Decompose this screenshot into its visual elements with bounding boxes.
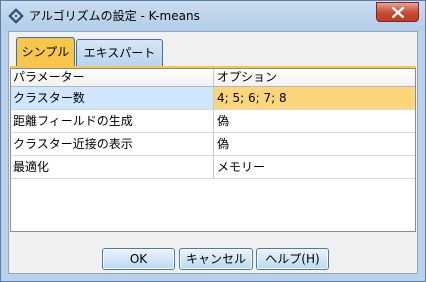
option-value-cell[interactable]: 4; 5; 6; 7; 8 [214, 87, 415, 109]
cancel-button[interactable]: キャンセル [179, 248, 253, 270]
option-value-cell[interactable]: 偽 [214, 110, 415, 132]
table-row[interactable]: 距離フィールドの生成 偽 [11, 110, 415, 133]
param-name-cell: クラスター近接の表示 [11, 133, 214, 155]
param-name-cell: 距離フィールドの生成 [11, 110, 214, 132]
help-button[interactable]: ヘルプ(H) [256, 248, 329, 270]
parameter-table: パラメーター オプション クラスター数 4; 5; 6; 7; 8 距離フィール… [10, 68, 416, 232]
table-row[interactable]: クラスター数 4; 5; 6; 7; 8 [11, 87, 415, 110]
column-header-option[interactable]: オプション [214, 69, 415, 86]
option-value-cell[interactable]: メモリー [214, 156, 415, 178]
option-value-cell[interactable]: 偽 [214, 133, 415, 155]
table-header: パラメーター オプション [11, 69, 415, 87]
window-title: アルゴリズムの設定 - K-means [29, 9, 200, 23]
close-icon [392, 7, 404, 18]
title-bar[interactable]: アルゴリズムの設定 - K-means [1, 1, 425, 31]
dialog-window: アルゴリズムの設定 - K-means シンプル エキスパート パラメーター オ… [0, 0, 426, 282]
param-name-cell: 最適化 [11, 156, 214, 178]
param-name-cell: クラスター数 [11, 87, 214, 109]
app-diamond-icon [8, 8, 24, 24]
dialog-client-area: シンプル エキスパート パラメーター オプション クラスター数 4; 5; 6;… [8, 31, 418, 274]
table-row[interactable]: クラスター近接の表示 偽 [11, 133, 415, 156]
tab-expert[interactable]: エキスパート [76, 39, 163, 67]
ok-button[interactable]: OK [102, 248, 175, 270]
close-button[interactable] [376, 2, 419, 22]
table-row[interactable]: 最適化 メモリー [11, 156, 415, 179]
tab-simple[interactable]: シンプル [16, 37, 75, 67]
column-header-parameter[interactable]: パラメーター [11, 69, 214, 86]
